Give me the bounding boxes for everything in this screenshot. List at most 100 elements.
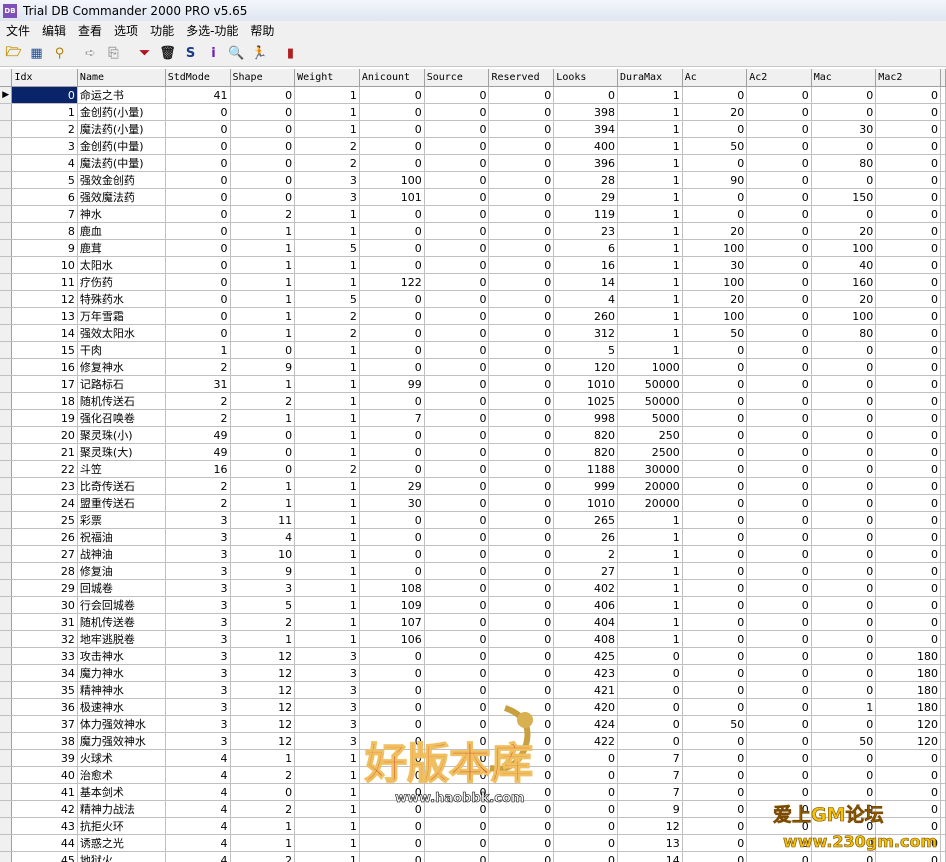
cell-reserved[interactable]: 0 xyxy=(488,579,555,597)
cell-ac[interactable]: 0 xyxy=(682,681,748,699)
binoculars-icon[interactable]: ⚲ xyxy=(50,44,69,63)
cell-ac[interactable]: 0 xyxy=(682,800,748,818)
cell-weight[interactable]: 1 xyxy=(294,851,360,862)
cell-name[interactable]: 地狱火 xyxy=(77,851,166,862)
table-row[interactable]: 11 疗伤药 0 1 1 122 0 0 14 1 100 0 160 0 xyxy=(0,273,946,291)
table-row[interactable]: 37 体力强效神水 3 12 3 0 0 0 424 0 50 0 0 120 xyxy=(0,715,946,733)
cell-looks[interactable]: 4 xyxy=(553,290,618,308)
cell-reserved[interactable]: 0 xyxy=(488,647,555,665)
table-row[interactable]: 28 修复油 3 9 1 0 0 0 27 1 0 0 0 0 xyxy=(0,562,946,580)
cell-source[interactable]: 0 xyxy=(424,460,490,478)
cell-duramax[interactable]: 0 xyxy=(617,664,683,682)
cell-duramax[interactable]: 0 xyxy=(617,681,683,699)
cell-shape[interactable]: 0 xyxy=(230,120,296,138)
cell-ac[interactable]: 0 xyxy=(682,664,748,682)
cell-ac[interactable]: 50 xyxy=(682,137,748,155)
cell-source[interactable]: 0 xyxy=(424,375,490,393)
cell-ac2[interactable]: 0 xyxy=(746,613,812,631)
cell-idx[interactable]: 41 xyxy=(11,783,78,801)
cell-weight[interactable]: 1 xyxy=(294,817,360,835)
cell-mac[interactable]: 0 xyxy=(811,715,877,733)
cell-shape[interactable]: 10 xyxy=(230,545,296,563)
cell-weight[interactable]: 1 xyxy=(294,120,360,138)
cell-anicount[interactable]: 0 xyxy=(359,647,425,665)
cell-duramax[interactable]: 14 xyxy=(617,851,683,862)
cell-name[interactable]: 基本剑术 xyxy=(77,783,166,801)
menu-edit[interactable]: 编辑 xyxy=(36,22,72,40)
cell-stdmode[interactable]: 3 xyxy=(165,613,231,631)
cell-anicount[interactable]: 7 xyxy=(359,409,425,427)
row-indicator[interactable] xyxy=(0,494,13,512)
cell-duramax[interactable]: 250 xyxy=(617,426,683,444)
cell-mac2[interactable]: 0 xyxy=(875,290,941,308)
cell-looks[interactable]: 29 xyxy=(553,188,618,206)
cell-mac2[interactable]: 0 xyxy=(875,579,941,597)
cell-anicount[interactable]: 0 xyxy=(359,358,425,376)
cell-reserved[interactable]: 0 xyxy=(488,409,555,427)
cell-source[interactable]: 0 xyxy=(424,273,490,291)
arrow-right-icon[interactable]: ➪ xyxy=(81,44,100,63)
cell-stdmode[interactable]: 0 xyxy=(165,290,231,308)
cell-idx[interactable]: 40 xyxy=(11,766,78,784)
cell-stdmode[interactable]: 3 xyxy=(165,732,231,750)
cell-idx[interactable]: 25 xyxy=(11,511,78,529)
cell-weight[interactable]: 1 xyxy=(294,528,360,546)
cell-ac2[interactable]: 0 xyxy=(746,375,812,393)
cell-weight[interactable]: 1 xyxy=(294,800,360,818)
cell-looks[interactable]: 394 xyxy=(553,120,618,138)
cell-idx[interactable]: 31 xyxy=(11,613,78,631)
cell-reserved[interactable]: 0 xyxy=(488,86,555,104)
cell-ac[interactable]: 0 xyxy=(682,545,748,563)
cell-mac[interactable]: 0 xyxy=(811,596,877,614)
cell-mac[interactable]: 50 xyxy=(811,732,877,750)
cell-reserved[interactable]: 0 xyxy=(488,715,555,733)
cell-idx[interactable]: 5 xyxy=(11,171,78,189)
cell-looks[interactable]: 406 xyxy=(553,596,618,614)
cell-ac[interactable]: 0 xyxy=(682,358,748,376)
cell-anicount[interactable]: 106 xyxy=(359,630,425,648)
cell-anicount[interactable]: 0 xyxy=(359,120,425,138)
cell-mac2[interactable]: 0 xyxy=(875,528,941,546)
cell-shape[interactable]: 1 xyxy=(230,256,296,274)
table-row[interactable]: 29 回城卷 3 3 1 108 0 0 402 1 0 0 0 0 xyxy=(0,579,946,597)
cell-duramax[interactable]: 1 xyxy=(617,341,683,359)
cell-mac2[interactable]: 0 xyxy=(875,477,941,495)
cell-name[interactable]: 随机传送石 xyxy=(77,392,166,410)
table-row[interactable]: 20 聚灵珠(小) 49 0 1 0 0 0 820 250 0 0 0 0 xyxy=(0,426,946,444)
cell-reserved[interactable]: 0 xyxy=(488,834,555,852)
table-row[interactable]: 27 战神油 3 10 1 0 0 0 2 1 0 0 0 0 xyxy=(0,545,946,563)
cell-looks[interactable]: 0 xyxy=(553,86,618,104)
cell-duramax[interactable]: 1 xyxy=(617,324,683,342)
cell-source[interactable]: 0 xyxy=(424,154,490,172)
cell-idx[interactable]: 11 xyxy=(11,273,78,291)
cell-reserved[interactable]: 0 xyxy=(488,477,555,495)
cell-weight[interactable]: 1 xyxy=(294,205,360,223)
cell-ac2[interactable]: 0 xyxy=(746,494,812,512)
cell-anicount[interactable]: 0 xyxy=(359,103,425,121)
cell-ac[interactable]: 0 xyxy=(682,834,748,852)
cell-idx[interactable]: 0 xyxy=(11,86,78,104)
cell-ac2[interactable]: 0 xyxy=(746,647,812,665)
cell-ac[interactable]: 0 xyxy=(682,86,748,104)
cell-anicount[interactable]: 0 xyxy=(359,341,425,359)
cell-weight[interactable]: 1 xyxy=(294,596,360,614)
cell-ac2[interactable]: 0 xyxy=(746,630,812,648)
cell-source[interactable]: 0 xyxy=(424,766,490,784)
cell-ac[interactable]: 0 xyxy=(682,630,748,648)
cell-reserved[interactable]: 0 xyxy=(488,426,555,444)
cell-ac2[interactable]: 0 xyxy=(746,511,812,529)
cell-ac2[interactable]: 0 xyxy=(746,732,812,750)
cell-reserved[interactable]: 0 xyxy=(488,375,555,393)
cell-ac2[interactable]: 0 xyxy=(746,324,812,342)
cell-duramax[interactable]: 1 xyxy=(617,545,683,563)
cell-mac[interactable]: 1 xyxy=(811,698,877,716)
cell-anicount[interactable]: 0 xyxy=(359,834,425,852)
table-row[interactable]: 18 随机传送石 2 2 1 0 0 0 1025 50000 0 0 0 0 xyxy=(0,392,946,410)
cell-weight[interactable]: 1 xyxy=(294,103,360,121)
cell-shape[interactable]: 0 xyxy=(230,341,296,359)
cell-reserved[interactable]: 0 xyxy=(488,205,555,223)
cell-shape[interactable]: 1 xyxy=(230,834,296,852)
cell-ac2[interactable]: 0 xyxy=(746,715,812,733)
cell-reserved[interactable]: 0 xyxy=(488,596,555,614)
cell-reserved[interactable]: 0 xyxy=(488,120,555,138)
